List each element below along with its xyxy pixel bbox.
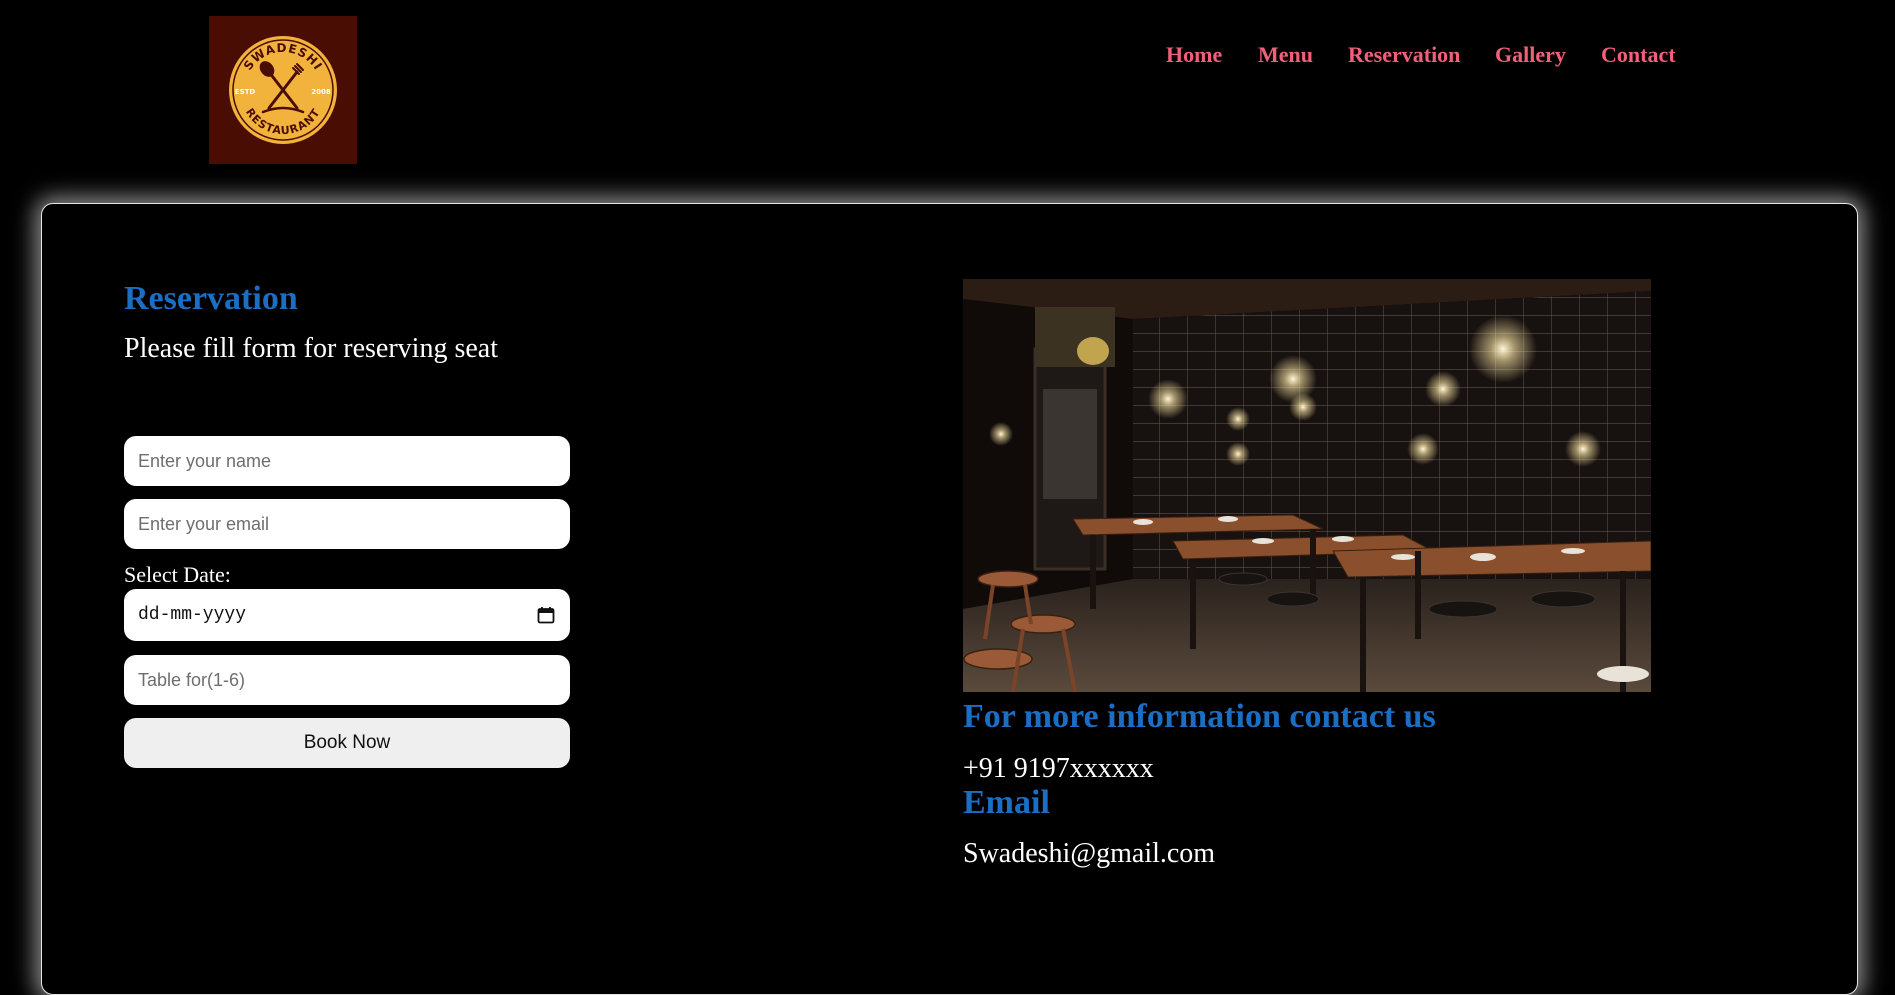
logo-year-text: 2008 (311, 88, 331, 96)
date-input-value: dd-mm-yyyy (138, 605, 247, 625)
logo-estd-text: ESTD (235, 88, 256, 96)
book-now-button[interactable]: Book Now (124, 718, 570, 768)
nav-contact-link[interactable]: Contact (1601, 42, 1676, 68)
nav-reservation-link[interactable]: Reservation (1348, 42, 1460, 68)
nav-gallery-link[interactable]: Gallery (1495, 42, 1566, 68)
main-nav: Home Menu Reservation Gallery Contact (0, 42, 1895, 72)
name-input[interactable] (124, 436, 570, 486)
nav-menu-link[interactable]: Menu (1258, 42, 1313, 68)
restaurant-interior-image (963, 279, 1651, 692)
nav-home-link[interactable]: Home (1166, 42, 1222, 68)
restaurant-logo[interactable]: SWADESHI RESTAURANT ESTD 2008 (209, 16, 357, 164)
date-input[interactable]: dd-mm-yyyy (124, 589, 570, 641)
table-size-input[interactable] (124, 655, 570, 705)
email-input[interactable] (124, 499, 570, 549)
date-label: Select Date: (124, 562, 231, 587)
contact-heading: For more information contact us (963, 698, 1436, 735)
email-heading: Email (963, 784, 1050, 821)
contact-phone: +91 9197xxxxxx (963, 753, 1154, 784)
reservation-subtitle: Please fill form for reserving seat (124, 333, 498, 364)
contact-email[interactable]: Swadeshi@gmail.com (963, 838, 1215, 870)
calendar-icon[interactable] (536, 605, 556, 625)
reservation-title: Reservation (124, 280, 298, 317)
